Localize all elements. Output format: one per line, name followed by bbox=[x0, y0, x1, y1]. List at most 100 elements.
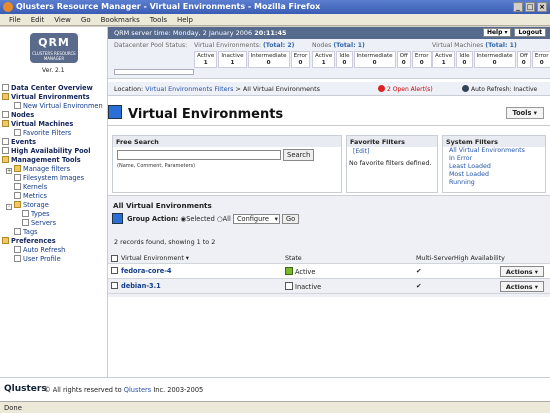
sidebar: QRM CLUSTERS RESOURCE MANAGER Ver. 2.1 D… bbox=[0, 27, 108, 377]
breadcrumb-link-ve-filters[interactable]: Virtual Environments Filters bbox=[145, 85, 233, 93]
actions-button[interactable]: Actions ▾ bbox=[499, 266, 544, 277]
expand-icon[interactable]: + bbox=[6, 168, 12, 174]
menu-edit[interactable]: Edit bbox=[26, 14, 50, 25]
vm-intermediate-cell[interactable]: Intermediate 0 bbox=[473, 51, 516, 68]
cell-value: 0 bbox=[342, 60, 347, 66]
open-alerts-link[interactable]: 2 Open Alert(s) bbox=[378, 85, 433, 93]
nodes-error-cell[interactable]: Error 0 bbox=[411, 51, 432, 68]
nodes-stats[interactable]: Nodes (Total: 1) Active 1 Idle 0 Intermedi… bbox=[312, 42, 433, 68]
sidebar-item-label: Nodes bbox=[11, 111, 35, 119]
sidebar-item-label: Storage bbox=[23, 201, 49, 209]
vm-idle-cell[interactable]: Idle 0 bbox=[456, 51, 473, 68]
page-footer: Qlusters © All rights reserved to Qluste… bbox=[0, 377, 550, 401]
ve-stats[interactable]: Virtual Environments: (Total: 2) Active 1… bbox=[194, 42, 311, 68]
filter-most-loaded[interactable]: Most Loaded bbox=[443, 171, 545, 179]
cell-value: 0 bbox=[266, 60, 271, 66]
group-action-select[interactable]: Configure ▾ bbox=[232, 214, 280, 224]
filter-all-virtual-environments[interactable]: All Virtual Environments bbox=[443, 147, 545, 155]
nodes-idle-cell[interactable]: Idle 0 bbox=[336, 51, 353, 68]
datacenter-stats: Datacenter Pool Status: Virtual Environm… bbox=[108, 39, 550, 79]
page-icon bbox=[14, 228, 21, 235]
minimize-button[interactable]: _ bbox=[513, 2, 523, 12]
cell-value: 0 bbox=[462, 60, 467, 66]
logo-subtext: CLUSTERS RESOURCE MANAGER bbox=[32, 51, 76, 61]
nodes-off-cell[interactable]: Off 0 bbox=[396, 51, 411, 68]
chevron-down-icon: ▾ bbox=[274, 215, 278, 223]
ve-inactive-cell[interactable]: Inactive 1 bbox=[218, 51, 247, 68]
logo-text: QRM bbox=[38, 36, 70, 49]
nodes-active-cell[interactable]: Active 1 bbox=[312, 51, 336, 68]
maximize-button[interactable]: □ bbox=[525, 2, 535, 12]
cell-label: Off bbox=[399, 53, 408, 59]
vm-active-cell[interactable]: Active 1 bbox=[432, 51, 456, 68]
search-button[interactable]: Search bbox=[283, 149, 315, 161]
go-button[interactable]: Go bbox=[282, 214, 300, 224]
ve-intermediate-cell[interactable]: Intermediate 0 bbox=[247, 51, 290, 68]
vm-stats[interactable]: Virtual Machines (Total: 1) Active 1 Idle… bbox=[432, 42, 550, 68]
qrm-logo: QRM CLUSTERS RESOURCE MANAGER bbox=[30, 33, 78, 63]
sidebar-item-user-profile[interactable]: User Profile bbox=[14, 254, 61, 264]
menu-help[interactable]: Help bbox=[172, 14, 198, 25]
row-checkbox[interactable] bbox=[111, 267, 118, 274]
tools-button[interactable]: Tools ▾ bbox=[505, 107, 544, 119]
cell-label: Error bbox=[414, 53, 429, 59]
footer-copyright: © All rights reserved to Qlusters Inc. 2… bbox=[44, 386, 203, 394]
ve-active-cell[interactable]: Active 1 bbox=[194, 51, 218, 68]
server-clock: 20:11:45 bbox=[254, 29, 287, 37]
close-button[interactable]: × bbox=[537, 2, 547, 12]
page-icon bbox=[14, 174, 21, 181]
group-action-label: Group Action: bbox=[127, 215, 179, 223]
cell-label: Error bbox=[293, 53, 308, 59]
page-icon bbox=[2, 84, 9, 91]
free-search-title: Free Search bbox=[113, 136, 341, 147]
folder-icon bbox=[14, 165, 21, 172]
server-date: Monday, 2 January 2006 bbox=[172, 29, 253, 37]
filter-running[interactable]: Running bbox=[443, 179, 545, 187]
copyright-prefix: © All rights reserved to bbox=[44, 386, 122, 394]
cell-value: 0 bbox=[401, 60, 406, 66]
vm-off-cell[interactable]: Off 0 bbox=[516, 51, 531, 68]
sidebar-item-label: Auto Refresh bbox=[23, 246, 66, 254]
folder-icon bbox=[14, 201, 21, 208]
menu-file[interactable]: File bbox=[4, 14, 26, 25]
group-action-select-value: Configure bbox=[236, 215, 269, 223]
header-multi-server: Multi-Server bbox=[416, 255, 455, 262]
ve-error-cell[interactable]: Error 0 bbox=[290, 51, 311, 68]
menu-go[interactable]: Go bbox=[76, 14, 96, 25]
free-search-input[interactable] bbox=[117, 150, 281, 160]
filter-least-loaded[interactable]: Least Loaded bbox=[443, 163, 545, 171]
vm-error-cell[interactable]: Error 0 bbox=[531, 51, 550, 68]
actions-button[interactable]: Actions ▾ bbox=[499, 281, 544, 292]
table-row: debian-3.1 Inactive ✔ Actions ▾ bbox=[108, 279, 550, 294]
filter-in-error[interactable]: In Error bbox=[443, 155, 545, 163]
auto-refresh-label: Auto Refresh: Inactive bbox=[471, 86, 538, 93]
logout-button[interactable]: Logout bbox=[514, 28, 546, 37]
company-link[interactable]: Qlusters bbox=[124, 386, 151, 394]
firefox-icon bbox=[3, 2, 13, 12]
collapse-icon[interactable]: - bbox=[6, 204, 12, 210]
ve-name-link[interactable]: debian-3.1 bbox=[121, 282, 161, 290]
nodes-intermediate-cell[interactable]: Intermediate 0 bbox=[353, 51, 396, 68]
sidebar-item-label: New Virtual Environmen bbox=[23, 102, 103, 110]
row-checkbox[interactable] bbox=[111, 282, 118, 289]
favorite-filters-edit-link[interactable]: [Edit] bbox=[347, 147, 437, 156]
menu-bookmarks[interactable]: Bookmarks bbox=[96, 14, 145, 25]
cell-label: Intermediate bbox=[356, 53, 393, 59]
select-all-checkbox[interactable] bbox=[111, 255, 118, 262]
page-icon bbox=[14, 102, 21, 109]
menu-tools[interactable]: Tools bbox=[145, 14, 172, 25]
state-label: Inactive bbox=[295, 283, 322, 291]
header-virtual-environment[interactable]: Virtual Environment ▾ bbox=[121, 255, 189, 262]
cell-label: Intermediate bbox=[250, 53, 287, 59]
help-button[interactable]: Help ▾ bbox=[482, 28, 512, 37]
group-action-icon bbox=[112, 213, 123, 224]
copyright-suffix: Inc. 2003-2005 bbox=[153, 386, 204, 394]
menu-view[interactable]: View bbox=[49, 14, 76, 25]
cell-value: 1 bbox=[321, 60, 326, 66]
page-icon bbox=[2, 147, 9, 154]
cell-label: Idle bbox=[459, 53, 470, 59]
auto-refresh-status[interactable]: Auto Refresh: Inactive bbox=[462, 85, 537, 93]
folder-icon bbox=[2, 237, 9, 244]
ve-name-link[interactable]: fedora-core-4 bbox=[121, 267, 172, 275]
vm-total: (Total: 1) bbox=[485, 42, 517, 49]
